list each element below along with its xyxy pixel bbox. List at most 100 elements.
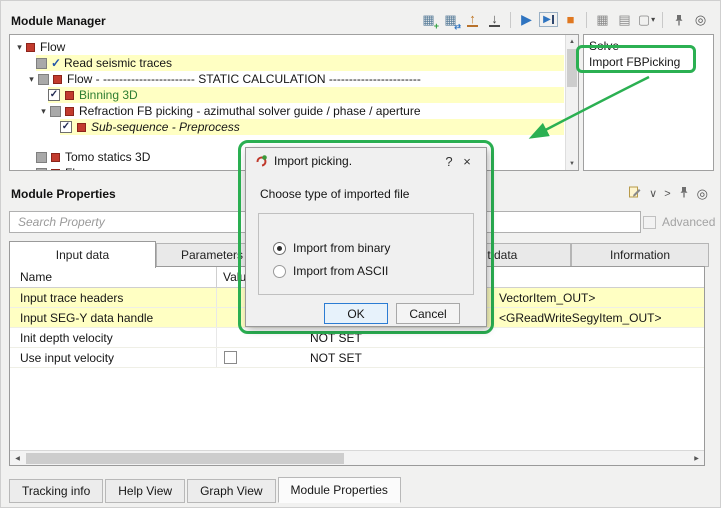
duplicate-flow-icon[interactable]: ▦⇄: [441, 10, 460, 29]
state-square-icon: [38, 74, 49, 85]
radio-unselected-icon[interactable]: [273, 265, 286, 278]
tree-row-flow-static-calculation[interactable]: ▾ Flow - ----------------------- STATIC …: [11, 71, 564, 87]
tree-row-label: Fl: [65, 166, 75, 171]
module-square-icon: [53, 75, 62, 84]
module-square-icon: [65, 107, 74, 116]
tree-row-sub-sequence-preprocess[interactable]: ✓ Sub-sequence - Preprocess: [11, 119, 564, 135]
tab-graph-view[interactable]: Graph View: [187, 479, 275, 503]
export-flow-icon[interactable]: ↓: [485, 10, 504, 29]
dialog-buttons: OK Cancel: [324, 303, 486, 324]
stop-flow-icon[interactable]: ■: [561, 10, 580, 29]
advanced-label: Advanced: [662, 215, 715, 229]
check-icon: ✓: [51, 56, 64, 70]
advanced-checkbox[interactable]: [643, 216, 656, 229]
state-square-icon: [36, 58, 47, 69]
spreadsheet-icon[interactable]: ▦: [593, 10, 612, 29]
scroll-left-icon[interactable]: ◀: [10, 451, 25, 465]
radio-import-ascii[interactable]: Import from ASCII: [273, 264, 473, 278]
tree-row-read-seismic-traces[interactable]: ✓ Read seismic traces: [11, 55, 564, 71]
checkbox-checked-icon[interactable]: ✓: [48, 89, 60, 101]
tree-row-label: Flow - ----------------------- STATIC CA…: [67, 72, 421, 86]
tab-tracking-info[interactable]: Tracking info: [9, 479, 103, 503]
module-square-icon: [51, 169, 60, 172]
scroll-down-icon[interactable]: ▼: [566, 157, 578, 170]
tree-row-label: Sub-sequence - Preprocess: [91, 120, 240, 134]
row-link-value: <GReadWriteSegyItem_OUT>: [499, 311, 662, 325]
column-header-name[interactable]: Name: [10, 267, 217, 287]
tree-row-label: Binning 3D: [79, 88, 138, 102]
dialog-help-button[interactable]: ?: [440, 154, 458, 169]
table-row[interactable]: Init depth velocity NOT SET: [10, 328, 704, 348]
tree-row-flow[interactable]: ▾ Flow: [11, 39, 564, 55]
expander-icon[interactable]: ▾: [13, 42, 26, 53]
module-manager-title: Module Manager: [11, 14, 106, 28]
row-link-value: VectorItem_OUT>: [499, 291, 595, 305]
solve-list: Solve Import FBPicking: [583, 34, 714, 171]
module-square-icon: [51, 153, 60, 162]
dropdown-caret-icon: ▾: [651, 15, 655, 24]
expander-icon[interactable]: ▾: [37, 106, 50, 117]
tree-row-label: Tomo statics 3D: [65, 150, 150, 164]
cancel-button[interactable]: Cancel: [396, 303, 460, 324]
tree-row-refraction-fb-picking[interactable]: ▾ Refraction FB picking - azimuthal solv…: [11, 103, 564, 119]
dialog-app-icon: [254, 154, 268, 168]
dialog-titlebar[interactable]: Import picking. ? ×: [246, 148, 486, 174]
row-checkbox[interactable]: [224, 351, 237, 364]
expander-icon[interactable]: ▾: [25, 74, 38, 85]
tree-vertical-scrollbar[interactable]: ▲ ▼: [565, 35, 578, 170]
pin-icon[interactable]: [678, 186, 690, 201]
radio-selected-icon[interactable]: [273, 242, 286, 255]
run-to-end-icon[interactable]: ▶: [539, 10, 558, 29]
solve-label: Solve: [589, 38, 708, 54]
table-row[interactable]: Use input velocity NOT SET: [10, 348, 704, 368]
module-square-icon: [65, 91, 74, 100]
radio-label: Import from ASCII: [293, 264, 388, 278]
edit-lock-icon[interactable]: [628, 185, 642, 202]
dock-options-icon[interactable]: ◎: [691, 10, 710, 29]
import-fbpicking-item[interactable]: Import FBPicking: [589, 54, 708, 70]
checkbox-checked-icon[interactable]: ✓: [60, 121, 72, 133]
state-square-icon: [36, 168, 47, 172]
toolbar-separator: [662, 12, 663, 28]
add-flow-icon[interactable]: ▦+: [419, 10, 438, 29]
swap-badge-icon: ⇄: [454, 22, 461, 31]
toolbar-separator: [510, 12, 511, 28]
chevron-right-icon[interactable]: >: [664, 188, 670, 200]
scrollbar-thumb[interactable]: [26, 453, 344, 464]
dock-options-icon[interactable]: ◎: [697, 186, 708, 202]
toolbar-separator: [586, 12, 587, 28]
chevron-down-icon[interactable]: ∨: [649, 187, 657, 200]
ok-button[interactable]: OK: [324, 303, 388, 324]
new-document-menu-icon[interactable]: ▢▾: [637, 10, 656, 29]
row-value: NOT SET: [310, 351, 362, 365]
tab-information[interactable]: Information: [571, 243, 709, 267]
module-manager-toolbar: ▦+ ▦⇄ ↑ ↓ ▶ ▶ ■ ▦ ▤ ▢▾ ◎: [419, 10, 710, 29]
tree-row-label: Flow: [40, 40, 65, 54]
pin-icon[interactable]: [669, 10, 688, 29]
radio-label: Import from binary: [293, 241, 390, 255]
tab-help-view[interactable]: Help View: [105, 479, 185, 503]
state-square-icon: [36, 152, 47, 163]
scrollbar-thumb[interactable]: [567, 49, 577, 87]
clipboard-icon[interactable]: ▤: [615, 10, 634, 29]
dialog-message: Choose type of imported file: [260, 187, 474, 201]
import-type-group: Import from binary Import from ASCII: [258, 213, 474, 295]
tab-input-data[interactable]: Input data: [9, 241, 156, 268]
module-square-icon: [26, 43, 35, 52]
import-picking-dialog: Import picking. ? × Choose type of impor…: [245, 147, 487, 327]
scroll-right-icon[interactable]: ▶: [689, 451, 704, 465]
app-window: Module Manager ▦+ ▦⇄ ↑ ↓ ▶ ▶ ■ ▦ ▤ ▢▾ ◎ …: [0, 0, 721, 508]
run-flow-icon[interactable]: ▶: [517, 10, 536, 29]
row-value: NOT SET: [310, 331, 362, 345]
radio-import-binary[interactable]: Import from binary: [273, 241, 473, 255]
view-tabs: Tracking info Help View Graph View Modul…: [9, 477, 401, 503]
tree-row-binning-3d[interactable]: ✓ Binning 3D: [11, 87, 564, 103]
horizontal-scrollbar[interactable]: ◀ ▶: [10, 450, 704, 465]
state-square-icon: [50, 106, 61, 117]
tree-row-label: Read seismic traces: [64, 56, 172, 70]
tab-module-properties[interactable]: Module Properties: [278, 477, 401, 503]
scroll-up-icon[interactable]: ▲: [566, 35, 578, 48]
dialog-close-icon[interactable]: ×: [458, 154, 476, 169]
import-flow-icon[interactable]: ↑: [463, 10, 482, 29]
module-properties-title: Module Properties: [11, 187, 116, 201]
